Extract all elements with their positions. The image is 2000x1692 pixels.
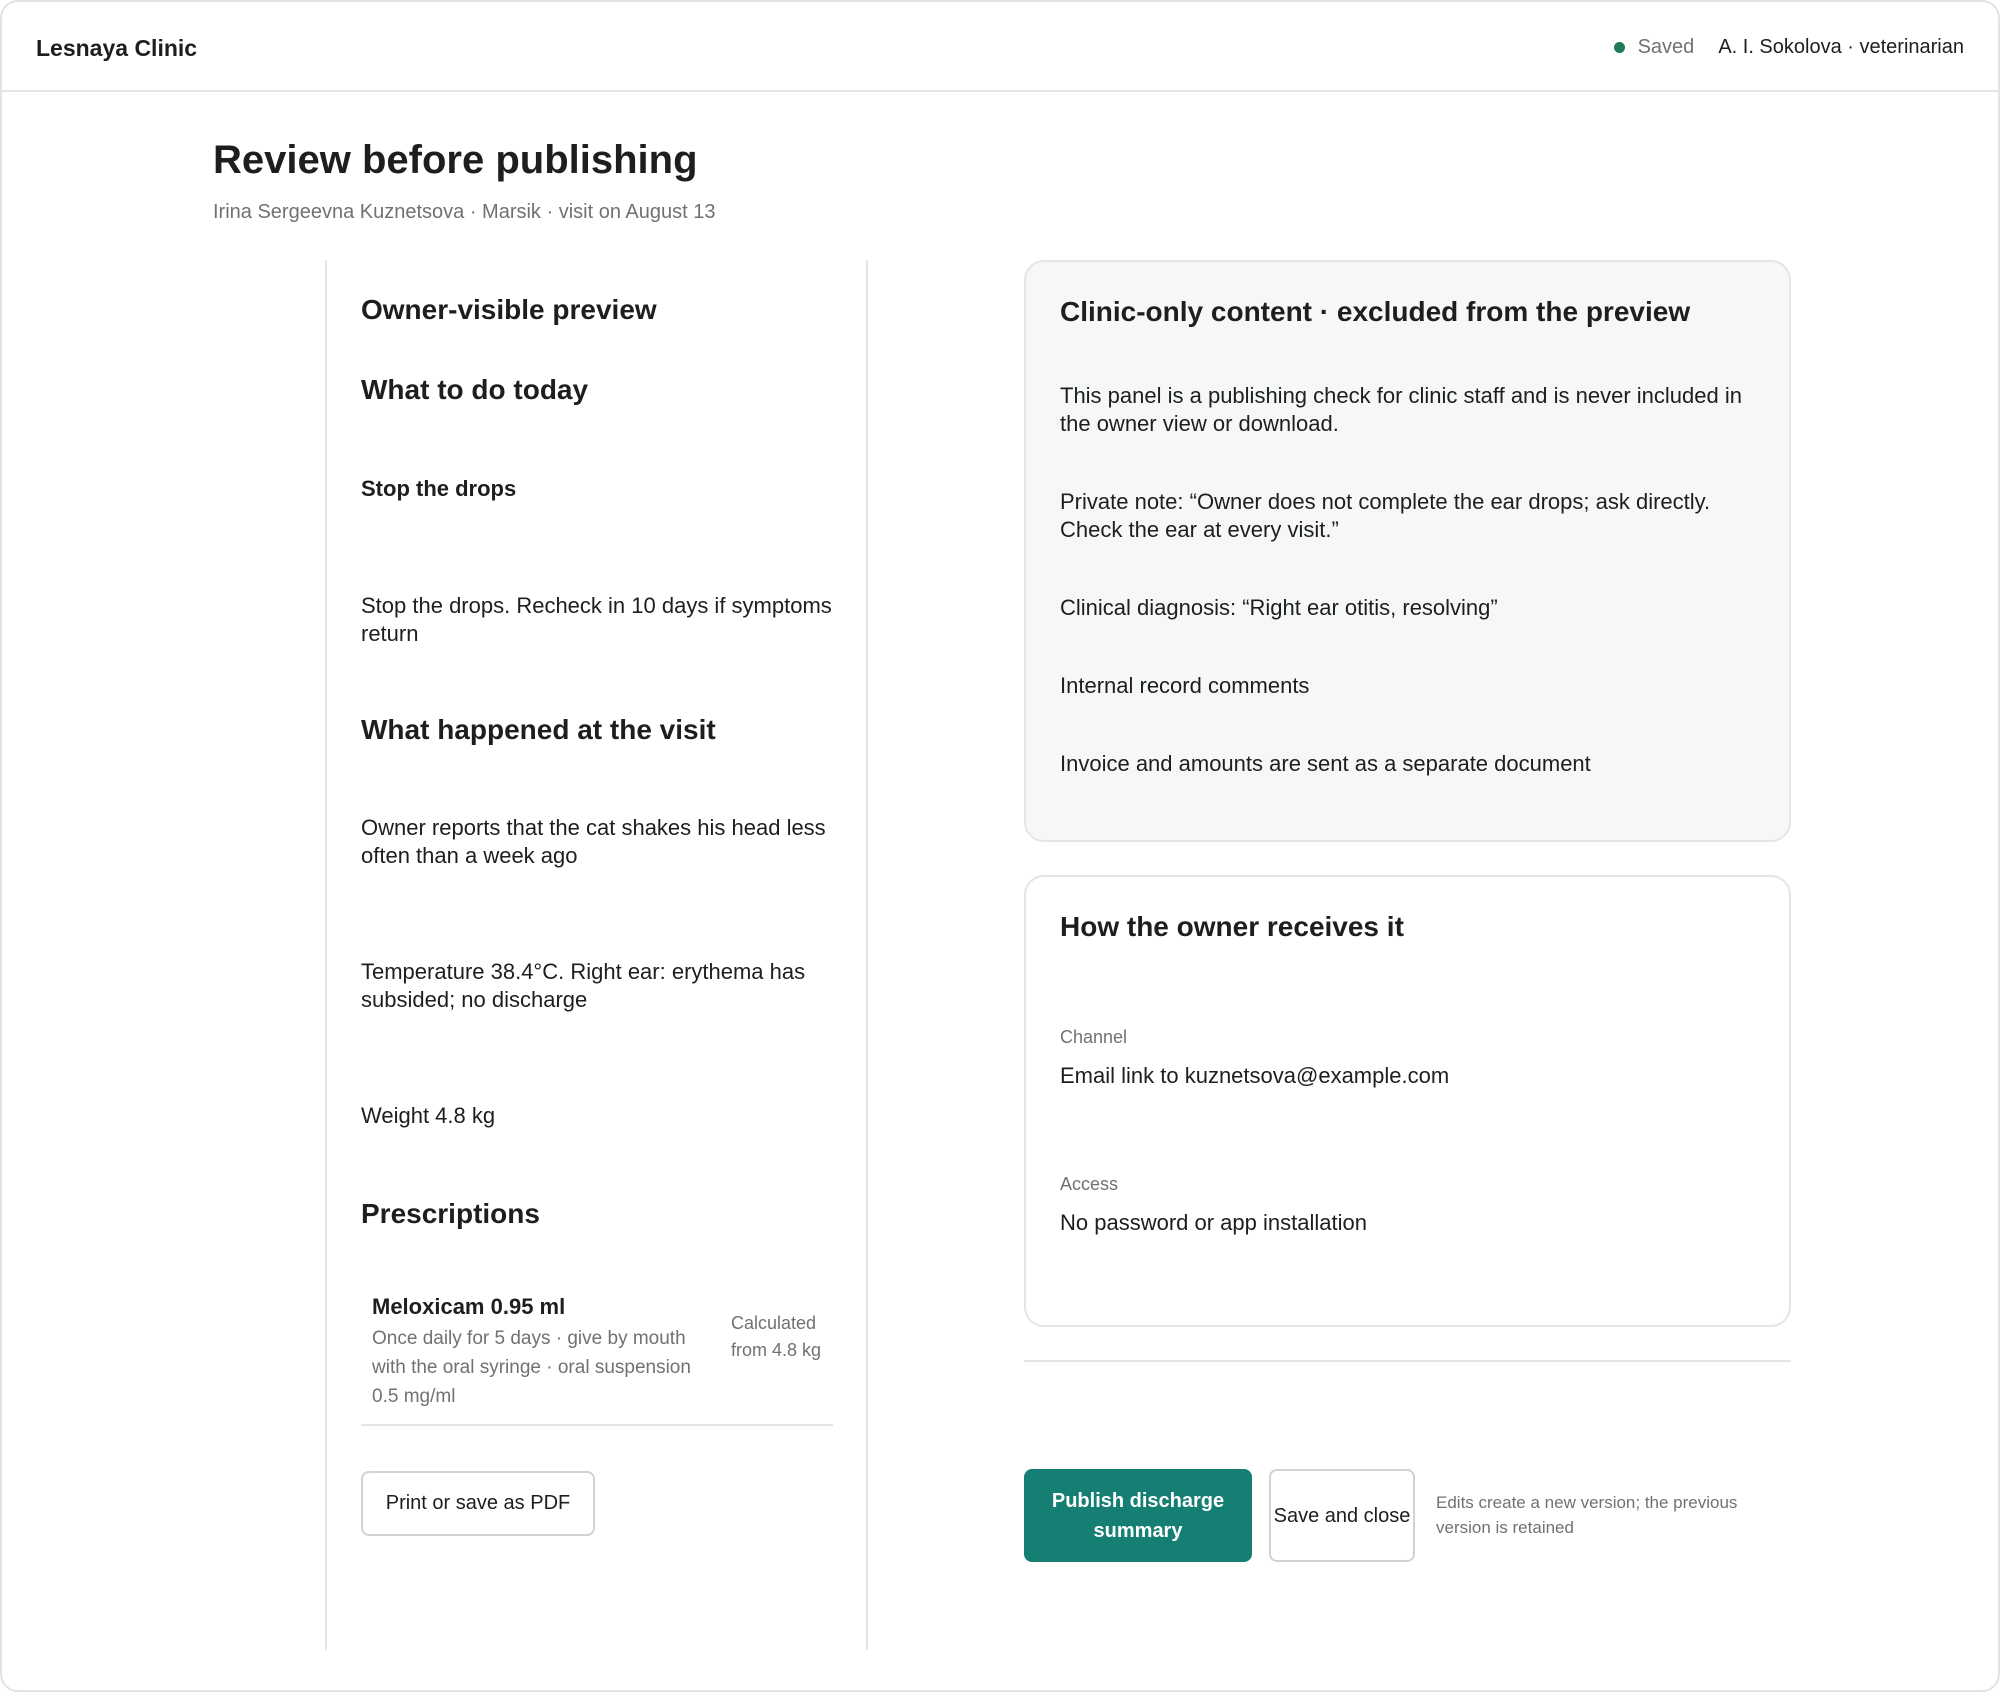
visit-item-owner-report: Owner reports that the cat shakes his he…	[361, 815, 826, 868]
page-title: Review before publishing	[213, 138, 698, 182]
visit-item-weight: Weight 4.8 kg	[361, 1103, 496, 1128]
prescription-description: Once daily for 5 days · give by mouth wi…	[372, 1328, 691, 1407]
print-pdf-button[interactable]: Print or save as PDF	[361, 1471, 595, 1536]
invoice-note: Invoice and amounts are sent as a separa…	[1060, 751, 1591, 776]
publish-button[interactable]: Publish discharge summary	[1024, 1469, 1252, 1562]
prescription-row: Meloxicam 0.95 ml Once daily for 5 days …	[361, 1294, 833, 1426]
save-status: Saved	[1637, 36, 1695, 58]
today-summary: Stop the drops	[361, 476, 517, 501]
private-note: Private note: “Owner does not complete t…	[1060, 489, 1711, 542]
access-value: No password or app installation	[1060, 1210, 1367, 1235]
clinic-only-disclaimer: This panel is a publishing check for cli…	[1060, 383, 1742, 436]
delivery-panel: How the owner receives it Channel Email …	[1024, 875, 1791, 1327]
preview-heading: Owner-visible preview	[361, 294, 657, 325]
today-instructions: Stop the drops. Recheck in 10 days if sy…	[361, 593, 832, 646]
today-heading: What to do today	[361, 374, 589, 405]
header-status-area: Saved A. I. Sokolova · veterinarian	[1613, 36, 1964, 59]
prescription-name: Meloxicam 0.95 ml	[372, 1294, 566, 1319]
save-close-button[interactable]: Save and close	[1269, 1469, 1415, 1562]
prescriptions-heading: Prescriptions	[361, 1198, 540, 1229]
internal-comments: Internal record comments	[1060, 673, 1310, 698]
current-user: A. I. Sokolova · veterinarian	[1718, 36, 1964, 58]
saved-status-dot-icon	[1613, 42, 1625, 53]
channel-label: Channel	[1060, 1027, 1128, 1047]
prescription-calculation: Calculated from 4.8 kg	[731, 1313, 822, 1360]
top-bar: Lesnaya Clinic Saved A. I. Sokolova · ve…	[2, 2, 1998, 92]
clinic-only-panel: Clinic-only content · excluded from the …	[1024, 260, 1791, 842]
app-window: Lesnaya Clinic Saved A. I. Sokolova · ve…	[0, 0, 2000, 1692]
channel-value: Email link to kuznetsova@example.com	[1060, 1063, 1450, 1088]
visit-heading: What happened at the visit	[361, 714, 716, 745]
access-label: Access	[1060, 1174, 1119, 1194]
visit-item-exam: Temperature 38.4°C. Right ear: erythema …	[361, 959, 806, 1012]
clinic-only-title: Clinic-only content · excluded from the …	[1060, 296, 1691, 327]
page-subtitle: Irina Sergeevna Kuznetsova · Marsik · vi…	[213, 201, 716, 223]
owner-preview-panel: Owner-visible preview What to do today S…	[325, 260, 868, 1650]
actions-divider	[1024, 1360, 1791, 1362]
clinical-diagnosis: Clinical diagnosis: “Right ear otitis, r…	[1060, 595, 1498, 620]
delivery-title: How the owner receives it	[1060, 911, 1404, 942]
clinic-brand: Lesnaya Clinic	[36, 35, 198, 61]
version-note: Edits create a new version; the previous…	[1436, 1493, 1738, 1537]
